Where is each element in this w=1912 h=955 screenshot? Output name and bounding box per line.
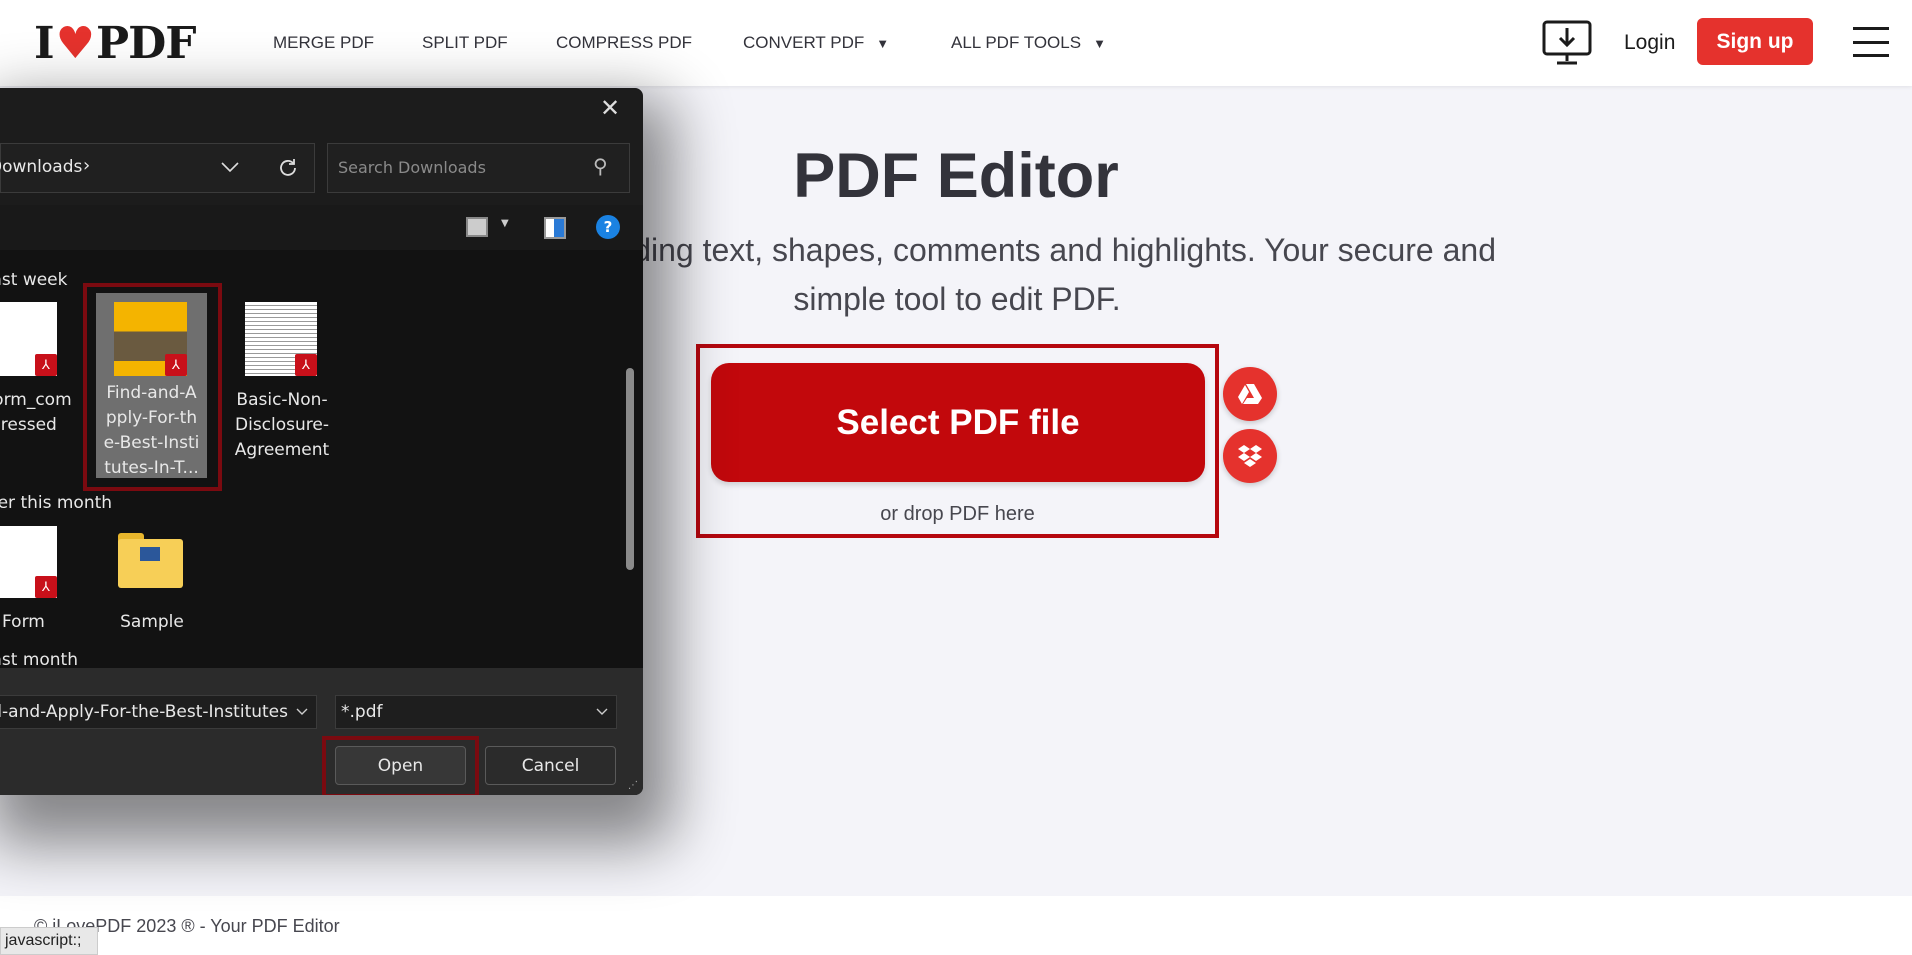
close-icon[interactable]: ✕ — [600, 94, 620, 122]
caret-down-icon: ▼ — [1093, 36, 1106, 51]
search-icon: ⚲ — [593, 154, 608, 178]
pdf-icon: ⅄ — [295, 354, 317, 376]
file-thumbnail: ⅄ — [114, 302, 187, 376]
heart-icon: ♥ — [55, 18, 95, 69]
pdf-icon: ⅄ — [35, 354, 57, 376]
chevron-down-icon — [596, 708, 608, 715]
dialog-footer: Find-and-Apply-For-the-Best-Institutes *… — [0, 668, 643, 795]
address-bar[interactable]: Downloads › — [0, 143, 315, 193]
google-drive-button[interactable] — [1223, 367, 1277, 421]
chevron-right-icon: › — [83, 155, 91, 176]
google-drive-icon — [1238, 384, 1262, 404]
nav-convert-pdf[interactable]: CONVERT PDF ▼ — [743, 33, 889, 53]
signup-button[interactable]: Sign up — [1697, 18, 1813, 65]
folder-icon[interactable] — [118, 533, 183, 588]
nav-compress-pdf[interactable]: COMPRESS PDF — [556, 33, 692, 53]
ilovepdf-logo[interactable]: I ♥ PDF — [34, 18, 197, 69]
pdf-icon: ⅄ — [35, 576, 57, 598]
dialog-toolbar: ▼ ? — [0, 205, 643, 250]
select-pdf-file-button[interactable]: Select PDF file — [711, 363, 1205, 482]
desktop-download-icon[interactable] — [1541, 20, 1593, 66]
scrollbar[interactable] — [626, 368, 634, 570]
file-list: Last week ⅄ Form_com pressed ⅄ Find-and-… — [0, 250, 643, 670]
caret-down-icon[interactable]: ▼ — [501, 218, 509, 229]
caret-down-icon: ▼ — [876, 36, 890, 51]
status-bar-url: javascript:; — [0, 927, 98, 955]
filetype-select[interactable]: *.pdf — [335, 695, 617, 729]
site-header: I ♥ PDF MERGE PDF SPLIT PDF COMPRESS PDF C… — [0, 0, 1912, 86]
view-mode-icon[interactable] — [466, 217, 488, 237]
group-header: Earlier this month — [0, 493, 113, 513]
filename-input[interactable]: Find-and-Apply-For-the-Best-Institutes — [0, 695, 317, 729]
drop-hint: or drop PDF here — [880, 503, 1035, 525]
nav-merge-pdf[interactable]: MERGE PDF — [273, 33, 374, 53]
resize-grip-icon[interactable]: ⋰ — [628, 780, 638, 791]
chevron-down-icon[interactable] — [221, 161, 239, 173]
login-link[interactable]: Login — [1624, 31, 1675, 55]
refresh-icon[interactable] — [277, 157, 299, 179]
dropbox-button[interactable] — [1223, 429, 1277, 483]
file-thumbnail[interactable]: ⅄ — [245, 302, 317, 376]
chevron-down-icon[interactable] — [296, 708, 308, 716]
group-header: Last week — [0, 270, 68, 290]
pdf-icon: ⅄ — [165, 354, 187, 376]
cancel-button[interactable]: Cancel — [485, 746, 616, 785]
hamburger-menu-icon[interactable] — [1853, 27, 1889, 57]
file-item-selected[interactable]: ⅄ Find-and-A pply-For-th e-Best-Insti tu… — [96, 293, 207, 478]
help-icon[interactable]: ? — [596, 215, 620, 239]
file-open-dialog: ✕ Downloads › Search Downloads ⚲ ▼ ? Las… — [0, 88, 643, 795]
file-thumbnail[interactable]: ⅄ — [0, 526, 57, 598]
file-thumbnail[interactable]: ⅄ — [0, 302, 57, 376]
dropbox-icon — [1238, 445, 1262, 467]
preview-pane-icon[interactable] — [544, 217, 566, 239]
open-button[interactable]: Open — [335, 746, 466, 785]
group-header: Last month — [0, 650, 78, 670]
nav-split-pdf[interactable]: SPLIT PDF — [422, 33, 508, 53]
search-input[interactable]: Search Downloads ⚲ — [327, 143, 630, 193]
nav-all-pdf-tools[interactable]: ALL PDF TOOLS ▼ — [951, 33, 1106, 53]
